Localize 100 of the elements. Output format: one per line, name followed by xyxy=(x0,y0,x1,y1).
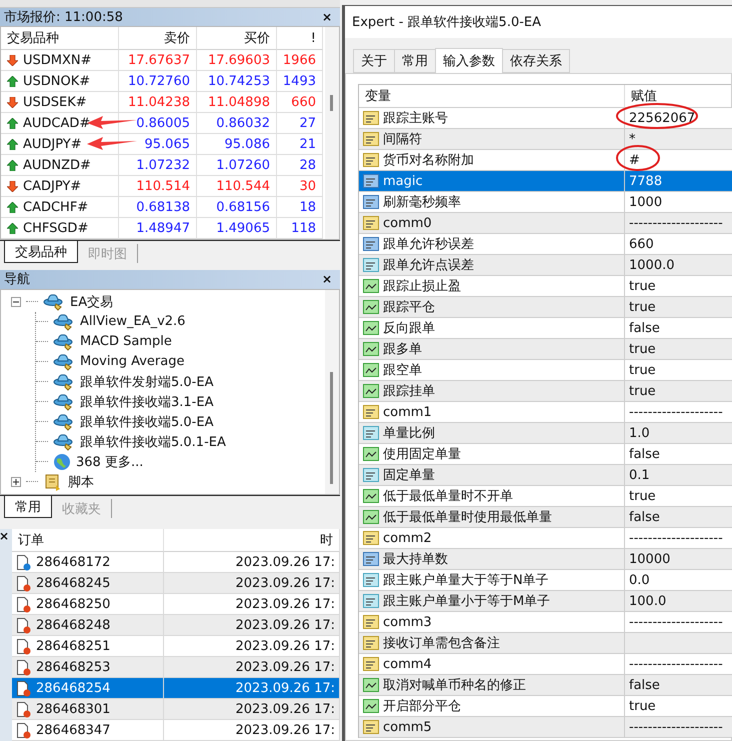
parameter-value[interactable]: 660 xyxy=(625,234,732,255)
parameter-value[interactable]: * xyxy=(625,129,732,150)
order-time: 2023.09.26 17: xyxy=(164,636,340,658)
bid-price: 110.514 xyxy=(119,176,197,198)
parameter-value[interactable]: false xyxy=(625,507,732,528)
close-button[interactable]: × xyxy=(322,10,336,24)
parameter-value[interactable]: 10000 xyxy=(625,549,732,570)
order-time: 2023.09.26 17: xyxy=(164,678,340,700)
parameter-value[interactable]: -------------------- xyxy=(625,654,732,675)
parameter-value[interactable]: true xyxy=(625,381,732,402)
parameter-value[interactable]: true xyxy=(625,696,732,717)
symbol-name: USDSEK# xyxy=(23,94,87,110)
symbol-name: CADJPY# xyxy=(23,178,82,194)
parameter-name: 跟单允许点误差 xyxy=(383,257,474,274)
spread-value: 1966 xyxy=(277,50,323,72)
symbol-name: CHFSGD# xyxy=(23,220,88,236)
ask-price: 110.544 xyxy=(197,176,277,198)
tree-item[interactable]: 跟单软件发射端5.0-EA xyxy=(80,372,214,391)
column-header[interactable]: 订单 xyxy=(12,529,164,552)
column-header[interactable]: ! xyxy=(277,27,323,50)
parameter-name: 反向跟单 xyxy=(383,320,435,337)
column-header[interactable]: 交易品种 xyxy=(1,27,119,50)
parameter-value[interactable]: -------------------- xyxy=(625,528,732,549)
order-number: 286468172 xyxy=(36,554,110,570)
expert-hat-icon xyxy=(43,292,65,311)
column-header[interactable]: 时 xyxy=(164,529,340,552)
parameter-name: 取消对喊单币种名的修正 xyxy=(383,677,526,694)
order-number: 286468251 xyxy=(36,638,110,654)
parameter-value[interactable]: true xyxy=(625,276,732,297)
parameter-value[interactable]: false xyxy=(625,318,732,339)
parameter-value[interactable]: -------------------- xyxy=(625,612,732,633)
order-number: 286468250 xyxy=(36,596,110,612)
parameter-value[interactable]: 1000.0 xyxy=(625,255,732,276)
ask-price: 0.68156 xyxy=(197,197,277,218)
order-number: 286468245 xyxy=(36,576,110,591)
tree-item[interactable]: 跟单软件接收端5.0-EA xyxy=(80,412,214,431)
dialog-tab[interactable]: 常用 xyxy=(394,49,436,73)
dialog-tab[interactable]: 关于 xyxy=(353,49,395,73)
bid-price: 1.07232 xyxy=(119,155,197,176)
spread-value: 18 xyxy=(277,197,323,218)
parameter-value[interactable]: 7788 xyxy=(625,171,732,192)
order-number: 286468254 xyxy=(36,680,110,696)
tree-item[interactable]: Moving Average xyxy=(80,354,184,370)
tree-item[interactable]: AllView_EA_v2.6 xyxy=(80,314,186,330)
parameter-value[interactable]: true xyxy=(625,297,732,318)
tree-item[interactable]: 跟单软件接收端3.1-EA xyxy=(80,392,214,411)
dialog-tab[interactable]: 依存关系 xyxy=(502,49,570,73)
parameter-value[interactable]: -------------------- xyxy=(625,717,732,738)
parameter-value[interactable]: true xyxy=(625,486,732,507)
column-header[interactable]: 买价 xyxy=(197,27,277,50)
parameter-value[interactable]: true xyxy=(625,360,732,381)
parameter-name: 跟踪平仓 xyxy=(383,299,435,316)
parameter-value[interactable]: 1000 xyxy=(625,192,732,213)
parameter-name: 跟空单 xyxy=(383,362,422,379)
panel-title: 市场报价: 11:00:58 xyxy=(4,9,123,26)
tree-item[interactable]: 跟单软件接收端5.0.1-EA xyxy=(80,432,226,451)
spread-value: 660 xyxy=(277,92,323,114)
ask-price: 0.86032 xyxy=(197,113,277,134)
spread-value: 30 xyxy=(277,176,323,198)
tree-item[interactable]: 368 更多... xyxy=(76,452,144,471)
parameter-value[interactable]: 1.0 xyxy=(625,423,732,444)
parameter-value[interactable]: 0.0 xyxy=(625,570,732,591)
parameter-value[interactable]: true xyxy=(625,339,732,360)
symbol-name: USDNOK# xyxy=(23,74,90,89)
parameter-name: magic xyxy=(383,174,423,188)
dialog-tab[interactable]: 输入参数 xyxy=(435,48,503,73)
order-number: 286468253 xyxy=(36,660,110,675)
parameter-value[interactable]: 22562067 xyxy=(625,108,732,129)
parameter-name: 低于最低单量时使用最低单量 xyxy=(383,509,552,526)
parameter-value[interactable]: -------------------- xyxy=(625,213,732,234)
parameter-name: 单量比例 xyxy=(383,425,435,442)
parameter-value[interactable]: 0.1 xyxy=(625,465,732,486)
parameter-name: comm1 xyxy=(383,404,432,420)
column-header[interactable]: 卖价 xyxy=(119,27,197,50)
close-button[interactable]: × xyxy=(0,529,14,544)
parameter-value[interactable]: -------------------- xyxy=(625,402,732,423)
parameter-name: comm2 xyxy=(383,530,432,546)
panel-tab[interactable]: 常用 xyxy=(4,496,52,518)
expand-toggle-icon[interactable] xyxy=(11,476,21,487)
parameter-value[interactable]: false xyxy=(625,444,732,465)
parameter-name: 跟主账户单量大于等于N单子 xyxy=(383,572,549,589)
parameter-name: 开启部分平仓 xyxy=(383,698,461,715)
parameter-name: comm3 xyxy=(383,614,432,630)
symbol-name: CADCHF# xyxy=(23,200,88,215)
parameter-name: 跟踪挂单 xyxy=(383,383,435,400)
panel-tab[interactable]: 交易品种 xyxy=(4,241,78,264)
parameter-name: 跟踪止损止盈 xyxy=(383,278,461,295)
collapse-toggle-icon[interactable] xyxy=(11,296,21,307)
tree-item[interactable]: MACD Sample xyxy=(80,334,172,350)
order-time: 2023.09.26 17: xyxy=(164,552,340,574)
parameter-value[interactable]: false xyxy=(625,675,732,696)
parameter-value[interactable]: # xyxy=(625,150,732,171)
symbol-name: USDMXN# xyxy=(23,52,92,68)
tree-item[interactable]: EA交易 xyxy=(70,292,114,311)
close-button[interactable]: × xyxy=(322,272,336,286)
parameter-value[interactable]: 100.0 xyxy=(625,591,732,612)
bid-price: 1.48947 xyxy=(119,218,197,240)
parameter-name: comm4 xyxy=(383,656,432,672)
tree-item[interactable]: 脚本 xyxy=(68,472,94,491)
parameter-name: 低于最低单量时不开单 xyxy=(383,488,513,505)
